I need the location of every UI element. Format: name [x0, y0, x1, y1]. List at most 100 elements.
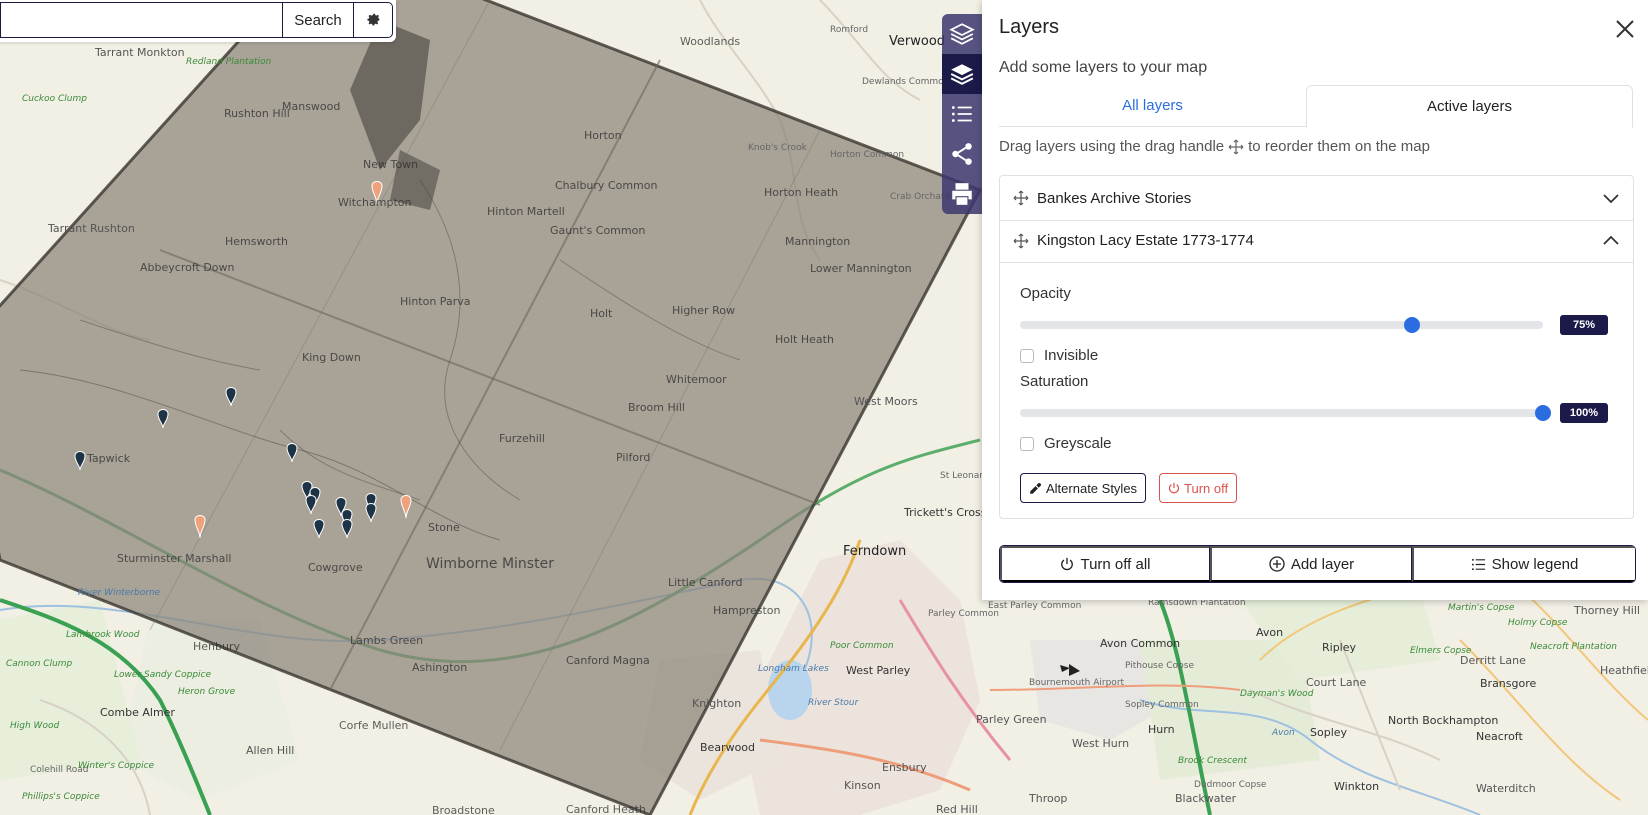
place-label: New Town [363, 158, 419, 171]
add-layer-button[interactable]: Add layer [1210, 546, 1412, 582]
place-label: Bournemouth Airport [1029, 678, 1125, 688]
place-label: Tapwick [87, 452, 131, 465]
place-label: Henbury [193, 640, 240, 653]
chevron-up-icon[interactable] [1601, 231, 1621, 251]
place-label: Cuckoo Clump [22, 94, 87, 104]
place-label: Heron Grove [178, 687, 236, 697]
close-button[interactable] [1614, 18, 1636, 40]
opacity-slider[interactable] [1020, 317, 1543, 333]
place-label: Trickett's Cross [904, 506, 987, 519]
invisible-toggle[interactable]: Invisible [1020, 347, 1098, 364]
settings-button[interactable] [353, 2, 393, 38]
legend-button[interactable] [942, 94, 982, 134]
place-label: Pilford [616, 451, 651, 464]
place-label: Combe Almer [100, 706, 175, 719]
layers-outline-button[interactable] [942, 14, 982, 54]
place-label: Woodlands [680, 35, 741, 48]
chevron-down-icon[interactable] [1601, 188, 1621, 208]
layer-header[interactable]: Bankes Archive Stories [1000, 176, 1633, 220]
place-label: Bearwood [700, 741, 756, 754]
show-legend-label: Show legend [1491, 555, 1579, 573]
invisible-checkbox[interactable] [1020, 348, 1034, 363]
place-label: Verwood [889, 34, 946, 49]
place-label: Brook Crescent [1178, 756, 1247, 766]
place-label: Tarrant Monkton [95, 46, 185, 59]
place-label: Wimborne Minster [426, 556, 554, 572]
saturation-slider[interactable] [1020, 405, 1551, 421]
place-label: High Wood [10, 721, 60, 731]
search-button[interactable]: Search [282, 2, 354, 38]
place-label: Cannon Clump [6, 659, 73, 669]
plus-circle-icon [1269, 556, 1285, 572]
saturation-slider-thumb[interactable] [1535, 405, 1551, 421]
layer-item: Bankes Archive Stories [999, 175, 1634, 221]
place-label: Blackwater [1175, 792, 1237, 805]
place-label: River Stour [808, 698, 859, 708]
place-label: Ripley [1322, 641, 1357, 654]
search-input[interactable] [0, 2, 282, 38]
place-label: Manswood [282, 100, 341, 113]
drag-hint-text: Drag layers using the drag handle [999, 138, 1225, 155]
drag-handle-icon[interactable] [1013, 190, 1029, 206]
turn-off-all-button[interactable]: Turn off all [1000, 546, 1210, 582]
place-label: Rushton Hill [224, 107, 290, 120]
place-label: Ashington [412, 661, 468, 674]
drag-hint: Drag layers using the drag handle to reo… [999, 138, 1430, 155]
tab-all-layers[interactable]: All layers [999, 85, 1306, 127]
place-label: Cowgrove [308, 561, 363, 574]
search-bar: Search [0, 0, 396, 42]
place-label: Mannington [785, 235, 851, 248]
place-label: Hurn [1148, 723, 1175, 736]
place-label: Sopley Common [1125, 700, 1199, 710]
place-label: West Hurn [1072, 737, 1130, 750]
map-toolbar [942, 14, 982, 214]
place-label: Poor Common [830, 641, 894, 651]
opacity-label: Opacity [1020, 285, 1071, 302]
place-label: Hampreston [713, 604, 781, 617]
place-label: Lambs Green [350, 634, 424, 647]
panel-subtitle: Add some layers to your map [999, 59, 1208, 76]
print-button[interactable] [942, 174, 982, 214]
greyscale-checkbox[interactable] [1020, 436, 1034, 451]
place-label: West Parley [846, 664, 911, 677]
place-label: Avon [1256, 626, 1284, 639]
place-label: Winter's Coppice [78, 761, 155, 771]
place-label: Avon Common [1100, 637, 1181, 650]
place-label: Kinson [844, 779, 881, 792]
place-label: Ferndown [843, 544, 907, 559]
share-button[interactable] [942, 134, 982, 174]
turn-off-layer-button[interactable]: Turn off [1159, 473, 1238, 503]
place-label: Sturminster Marshall [117, 552, 232, 565]
place-label: River Winterborne [78, 588, 161, 598]
place-label: Knighton [692, 697, 742, 710]
alternate-styles-button[interactable]: Alternate Styles [1020, 473, 1147, 503]
alternate-styles-label: Alternate Styles [1046, 480, 1138, 496]
turn-off-all-label: Turn off all [1080, 555, 1151, 573]
place-label: Knob's Crook [748, 143, 807, 153]
greyscale-toggle[interactable]: Greyscale [1020, 435, 1112, 452]
place-label: Allen Hill [246, 744, 295, 757]
power-icon [1168, 482, 1180, 494]
opacity-slider-thumb[interactable] [1404, 317, 1421, 333]
show-legend-button[interactable]: Show legend [1412, 546, 1635, 582]
place-label: Romford [830, 25, 869, 35]
tab-active-layers[interactable]: Active layers [1306, 85, 1633, 128]
place-label: Sopley [1310, 726, 1348, 739]
invisible-label: Invisible [1044, 347, 1099, 364]
place-label: Canford Magna [566, 654, 650, 667]
layers-button[interactable] [942, 54, 982, 94]
drag-handle-icon[interactable] [1013, 233, 1029, 249]
place-label: Witchampton [338, 196, 412, 209]
place-label: Corfe Mullen [339, 719, 409, 732]
place-label: Dewlands Common [862, 77, 950, 87]
saturation-label: Saturation [1020, 373, 1089, 390]
layer-header[interactable]: Kingston Lacy Estate 1773-1774 [1000, 219, 1633, 263]
layers-panel: Layers Add some layers to your map All l… [982, 0, 1648, 600]
legend-list-icon [1471, 558, 1485, 570]
place-label: Stone [428, 521, 460, 534]
place-label: Phillips's Coppice [22, 792, 100, 802]
place-label: Hinton Parva [400, 295, 471, 308]
place-label: Furzehill [499, 432, 545, 445]
place-label: Horton [584, 129, 622, 142]
place-label: Horton Heath [764, 186, 839, 199]
